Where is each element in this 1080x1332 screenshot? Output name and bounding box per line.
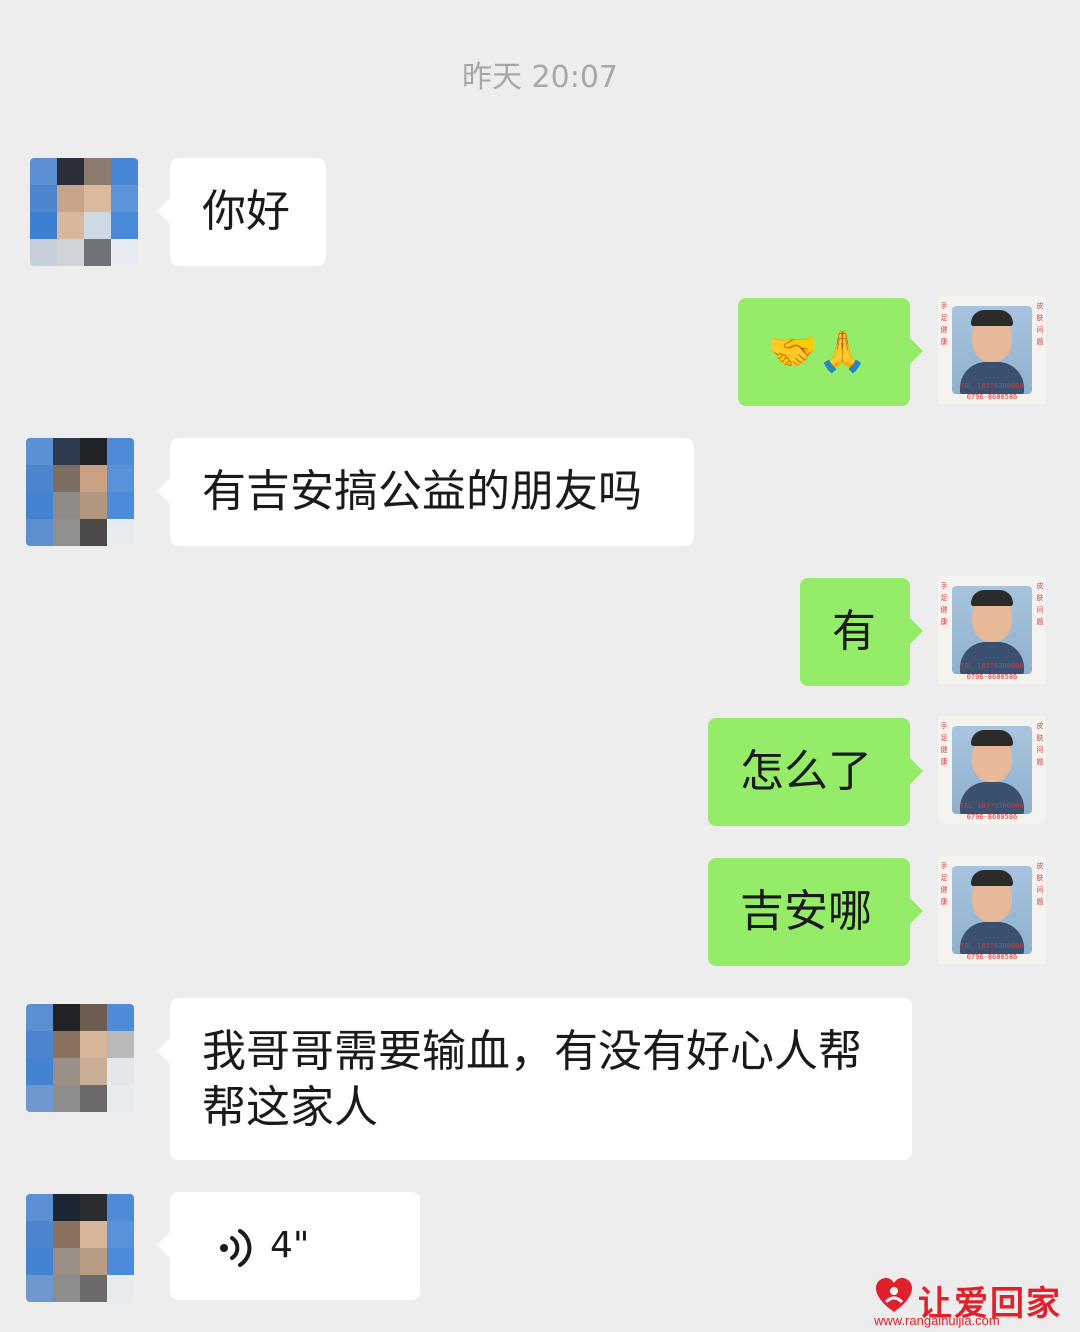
avatar-side-text: 手足健康 bbox=[940, 862, 948, 906]
self-avatar[interactable]: 手足健康 皮肤问题 TEL:18379300086 0796-8680586 bbox=[938, 296, 1046, 404]
message-text: 吉安哪 bbox=[740, 886, 872, 937]
self-avatar[interactable]: 手足健康 皮肤问题 TEL:18379300086 0796-8680586 bbox=[938, 856, 1046, 964]
voice-duration: 4" bbox=[270, 1225, 310, 1266]
timestamp: 昨天 20:07 bbox=[462, 60, 618, 95]
emoji-text: 🤝🙏 bbox=[768, 329, 868, 375]
contact-avatar[interactable] bbox=[26, 1194, 134, 1302]
heart-logo-icon bbox=[876, 1278, 912, 1312]
message-text: 我哥哥需要输血，有没有好心人帮帮这家人 bbox=[202, 1026, 862, 1133]
avatar-caption: 0796-8680586 bbox=[966, 673, 1018, 681]
avatar-side-text: 手足健康 bbox=[940, 722, 948, 766]
message-bubble-outgoing[interactable]: 🤝🙏 bbox=[738, 298, 923, 406]
avatar-caption: 0796-8680586 bbox=[966, 953, 1018, 961]
voice-wave-icon bbox=[220, 1229, 252, 1267]
avatar-caption: 0796-8680586 bbox=[966, 813, 1018, 821]
contact-avatar[interactable] bbox=[30, 158, 138, 266]
avatar-side-text: 皮肤问题 bbox=[1036, 582, 1044, 626]
message-text: 有 bbox=[832, 606, 876, 657]
avatar-side-text: 皮肤问题 bbox=[1036, 862, 1044, 906]
message-bubble-incoming[interactable]: 你好 bbox=[157, 158, 326, 266]
avatar-side-text: 皮肤问题 bbox=[1036, 722, 1044, 766]
avatar-side-text: 手足健康 bbox=[940, 582, 948, 626]
contact-avatar[interactable] bbox=[26, 1004, 134, 1112]
voice-message-bubble[interactable]: 4" bbox=[157, 1192, 420, 1300]
message-bubble-outgoing[interactable]: 有 bbox=[800, 578, 923, 686]
avatar-side-text: 皮肤问题 bbox=[1036, 302, 1044, 346]
message-bubble-incoming[interactable]: 有吉安搞公益的朋友吗 bbox=[157, 438, 694, 546]
avatar-caption: 0796-8680586 bbox=[966, 393, 1018, 401]
avatar-caption: TEL:18379300086 bbox=[960, 662, 1024, 670]
message-bubble-outgoing[interactable]: 怎么了 bbox=[708, 718, 923, 826]
contact-avatar[interactable] bbox=[26, 438, 134, 546]
watermark-logo: 让爱回家 www.rangaihuijia.com bbox=[874, 1276, 1074, 1328]
avatar-caption: TEL:18379300086 bbox=[960, 942, 1024, 950]
avatar-caption: TEL:18379300086 bbox=[960, 802, 1024, 810]
avatar-side-text: 手足健康 bbox=[940, 302, 948, 346]
avatar-caption: TEL:18379300086 bbox=[960, 382, 1024, 390]
self-avatar[interactable]: 手足健康 皮肤问题 TEL:18379300086 0796-8680586 bbox=[938, 716, 1046, 824]
message-bubble-incoming[interactable]: 我哥哥需要输血，有没有好心人帮帮这家人 bbox=[157, 998, 912, 1160]
message-text: 你好 bbox=[202, 186, 290, 237]
watermark-url: www.rangaihuijia.com bbox=[874, 1313, 1000, 1328]
self-avatar[interactable]: 手足健康 皮肤问题 TEL:18379300086 0796-8680586 bbox=[938, 576, 1046, 684]
message-text: 怎么了 bbox=[740, 746, 872, 797]
message-bubble-outgoing[interactable]: 吉安哪 bbox=[708, 858, 923, 966]
message-text: 有吉安搞公益的朋友吗 bbox=[202, 466, 642, 517]
